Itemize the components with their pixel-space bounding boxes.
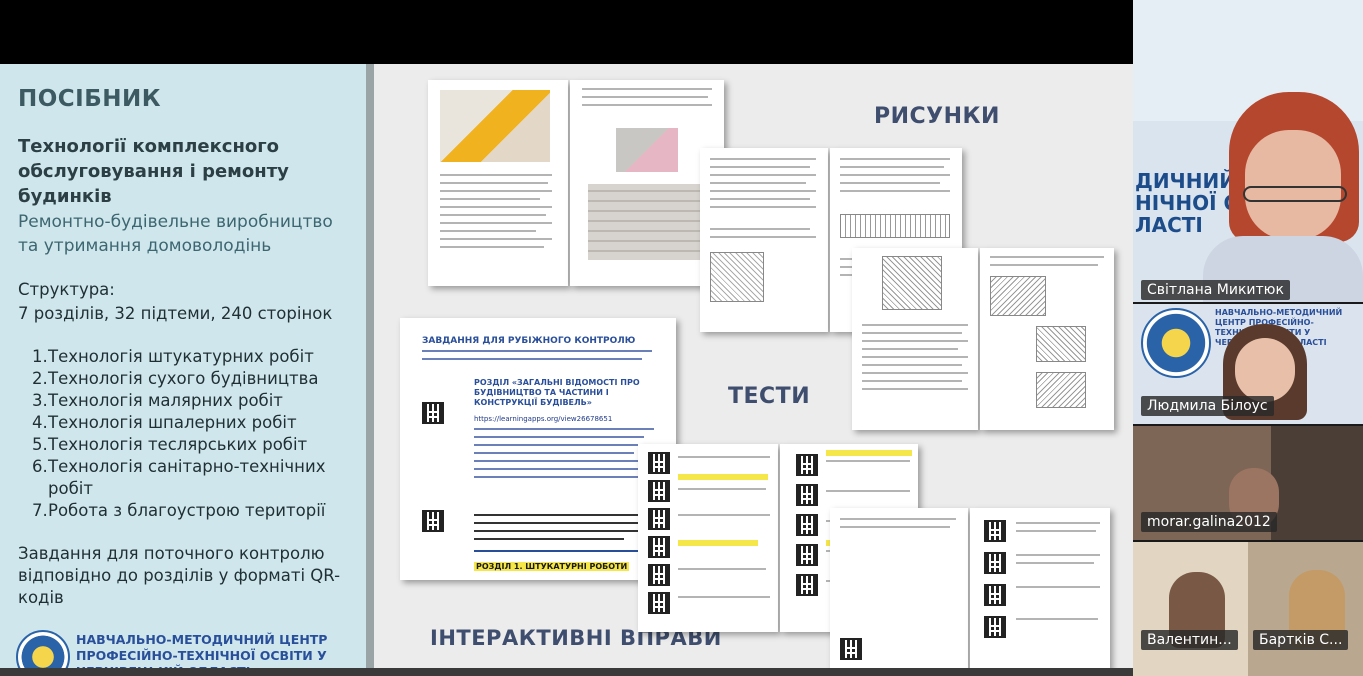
participant-name: Світлана Микитюк <box>1141 280 1290 300</box>
book-page-machines-left <box>852 248 978 430</box>
bottom-scroll-bar[interactable] <box>0 668 1133 676</box>
task-document: ЗАВДАННЯ ДЛЯ РУБІЖНОГО КОНТРОЛЮ РОЗДІЛ «… <box>400 318 676 580</box>
interactive-page-right <box>970 508 1110 670</box>
qr-code-icon <box>840 638 862 660</box>
topic-item: 5. Технологія теслярських робіт <box>32 435 308 454</box>
qr-code-icon <box>648 508 670 530</box>
qr-code-icon <box>422 402 444 424</box>
topic-item: 3. Технологія малярних робіт <box>32 391 283 410</box>
task-doc-section-highlight: РОЗДІЛ 1. ШТУКАТУРНІ РОБОТИ <box>474 562 630 571</box>
qr-code-icon <box>796 574 818 596</box>
wall-photo <box>616 128 678 172</box>
topic-item: 2. Технологія сухого будівництва <box>32 369 319 388</box>
center-logo-icon <box>1141 308 1211 378</box>
saw-drawing <box>840 214 950 238</box>
wallpaper-photo <box>588 184 716 260</box>
qr-code-icon <box>796 544 818 566</box>
tool-drawing <box>710 252 764 302</box>
structure-value: 7 розділів, 32 підтеми, 240 сторінок <box>18 304 333 323</box>
task-doc-section: РОЗДІЛ «ЗАГАЛЬНІ ВІДОМОСТІ ПРО БУДІВНИЦТ… <box>474 378 640 407</box>
qr-code-icon <box>984 616 1006 638</box>
topic-item: 1. Технологія штукатурних робіт <box>32 347 314 366</box>
participant-name: Людмила Білоус <box>1141 396 1274 416</box>
manual-heading: ПОСІБНИК <box>18 86 162 112</box>
participant-tile[interactable]: morar.galina2012 <box>1133 426 1363 540</box>
structure-label: Структура: <box>18 280 115 299</box>
label-drawings: РИСУНКИ <box>874 104 1000 129</box>
cutter-drawing <box>1036 326 1086 362</box>
tasks-description: Завдання для поточного контролю відповід… <box>18 544 341 607</box>
participant-name-left: Валентин... <box>1141 630 1238 650</box>
topic-item: 4. Технологія шпалерних робіт <box>32 413 297 432</box>
label-tests: ТЕСТИ <box>728 384 811 409</box>
tests-page-left <box>638 444 778 632</box>
glasses-icon <box>1243 186 1347 202</box>
book-page-photo-left <box>428 80 568 286</box>
qr-code-icon <box>984 584 1006 606</box>
qr-code-icon <box>648 480 670 502</box>
manual-subtitle: Ремонтно-будівельне виробництво та утрим… <box>18 212 333 256</box>
task-doc-url: https://learningapps.org/view26678651 <box>474 415 613 423</box>
qr-code-icon <box>648 536 670 558</box>
book-page-drawings-left <box>700 148 828 332</box>
topic-item: 7. Робота з благоустрою території <box>32 501 326 520</box>
qr-code-icon <box>796 454 818 476</box>
qr-code-icon <box>796 484 818 506</box>
task-doc-title: ЗАВДАННЯ ДЛЯ РУБІЖНОГО КОНТРОЛЮ <box>422 336 636 346</box>
qr-code-icon <box>984 520 1006 542</box>
machine-drawing <box>882 256 942 310</box>
qr-code-icon <box>422 510 444 532</box>
qr-code-icon <box>648 592 670 614</box>
topic-item: 6. Технологія санітарно-технічних робіт <box>32 457 326 498</box>
participant-tile[interactable]: НАВЧАЛЬНО-МЕТОДИЧНИЙ ЦЕНТР ПРОФЕСІЙНО-ТЕ… <box>1133 304 1363 424</box>
slide-right-collage: РИСУНКИ ТЕСТИ ІНТЕРАКТИВНІ ВПРАВИ ЗАВДАН… <box>374 64 1133 676</box>
plastering-photo <box>440 90 550 162</box>
participant-name-right: Бартків С... <box>1253 630 1349 650</box>
qr-code-icon <box>984 552 1006 574</box>
drill-drawing <box>990 276 1046 316</box>
manual-title: Технології комплексного обслуговування і… <box>18 136 289 207</box>
participants-panel: ДИЧНИЙ ЦЕН НІЧНОЇ ОСВІТ ЛАСТІ Світлана М… <box>1133 0 1363 676</box>
topic-list: 1. Технологія штукатурних робіт 2. Техноло… <box>32 346 352 522</box>
slide-left-panel: ПОСІБНИК Технології комплексного обслуго… <box>0 64 366 676</box>
participant-tile-main[interactable]: ДИЧНИЙ ЦЕН НІЧНОЇ ОСВІТ ЛАСТІ Світлана М… <box>1133 0 1363 302</box>
qr-code-icon <box>648 564 670 586</box>
qr-code-icon <box>648 452 670 474</box>
interactive-page-left <box>830 508 968 670</box>
panel-divider <box>366 64 374 676</box>
shared-screen-slide: ПОСІБНИК Технології комплексного обслуго… <box>0 64 1133 676</box>
participant-tile-pair[interactable]: Валентин... Бартків С... <box>1133 542 1363 676</box>
book-page-machines-right <box>980 248 1114 430</box>
qr-code-icon <box>796 514 818 536</box>
plane-drawing <box>1036 372 1086 408</box>
participant-name: morar.galina2012 <box>1141 512 1277 532</box>
